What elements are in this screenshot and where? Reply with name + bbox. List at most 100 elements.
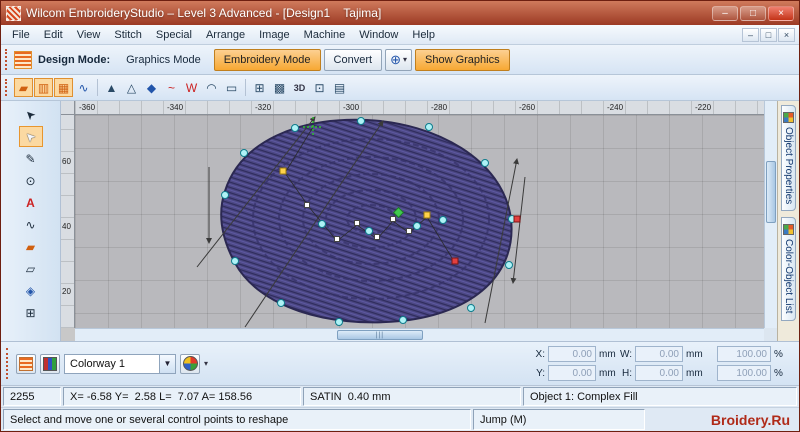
- size-input[interactable]: 0.00: [635, 346, 683, 362]
- scale-input[interactable]: 100.00: [717, 346, 771, 362]
- design-canvas[interactable]: [75, 115, 764, 328]
- menu-bar: File Edit View Stitch Special Arrange Image Mac…: [1, 25, 799, 45]
- color-wheel-button[interactable]: [180, 353, 200, 374]
- travel-mode: Jump (M): [473, 409, 645, 430]
- colorway-bar: Colorway 1 ▼ ▾ X: 0.00 mm W: 0.00 mm 100…: [1, 341, 799, 385]
- tab-object-properties[interactable]: Object Properties: [781, 105, 796, 212]
- vertical-scrollbar-thumb[interactable]: [766, 161, 776, 223]
- menu-item[interactable]: Window: [352, 27, 405, 43]
- outline-tool[interactable]: ▱: [19, 258, 43, 279]
- coord-input[interactable]: 0.00: [548, 365, 596, 381]
- chevron-down-icon[interactable]: ▼: [159, 354, 175, 373]
- chevron-down-icon[interactable]: ▾: [204, 359, 208, 368]
- colorway-icon: [19, 356, 33, 371]
- application-window: Wilcom EmbroideryStudio – Level 3 Advanc…: [0, 0, 800, 432]
- menu-item[interactable]: Help: [405, 27, 442, 43]
- applique-tool[interactable]: ◈: [19, 280, 43, 301]
- horizontal-scrollbar[interactable]: |||: [75, 328, 764, 341]
- panel-icon: [783, 224, 794, 236]
- stitch-toolbar: ▰ ▥ ▦ ∿ ▲ △ ◆ ~ W ◠ ▭ ⊞ ▩ 3D ⊡ ▤: [1, 75, 799, 101]
- minimize-button[interactable]: –: [712, 5, 738, 21]
- menu-item[interactable]: Image: [252, 27, 297, 43]
- thread-colors-button[interactable]: [40, 353, 60, 374]
- curved-fill-icon[interactable]: ◠: [202, 78, 221, 97]
- color-wheel-icon: [182, 356, 198, 371]
- current-stitch-type: SATIN 0.40 mm: [303, 387, 521, 406]
- embroidery-design[interactable]: [187, 115, 531, 328]
- unit-label: mm: [599, 348, 616, 360]
- stitch-count: 2255: [3, 387, 61, 406]
- show-graphics-button[interactable]: Show Graphics: [415, 48, 510, 71]
- close-button[interactable]: ×: [768, 5, 794, 21]
- panel-tab-label: Object Properties: [783, 127, 794, 205]
- 3d-effect-icon[interactable]: 3D: [290, 78, 309, 97]
- zoom-tool[interactable]: ⊙: [19, 170, 43, 191]
- lettering-tool[interactable]: A: [19, 192, 43, 213]
- motif-fill-icon[interactable]: ◆: [142, 78, 161, 97]
- coord-input[interactable]: 0.00: [548, 346, 596, 362]
- menu-item[interactable]: Stitch: [107, 27, 149, 43]
- menu-item[interactable]: Special: [149, 27, 199, 43]
- fill-stitch-icon[interactable]: ▦: [54, 78, 73, 97]
- vertical-scrollbar[interactable]: [764, 101, 777, 328]
- scale-input[interactable]: 100.00: [717, 365, 771, 381]
- tatami-stitch-icon[interactable]: ▥: [34, 78, 53, 97]
- horizontal-scrollbar-thumb[interactable]: |||: [336, 330, 423, 340]
- graphics-mode-button[interactable]: Graphics Mode: [116, 49, 211, 71]
- ruler-label: -220: [695, 103, 712, 112]
- menu-item[interactable]: Edit: [37, 27, 70, 43]
- ruler-label: -280: [431, 103, 448, 112]
- run-tool[interactable]: ∿: [19, 214, 43, 235]
- ruler-label: -260: [519, 103, 536, 112]
- percent-label: %: [774, 367, 783, 379]
- toolbar-separator[interactable]: [97, 79, 98, 96]
- size-label: H:: [622, 367, 632, 379]
- mdi-window-button[interactable]: ×: [778, 27, 795, 42]
- tab-color-object-list[interactable]: Color-Object List: [781, 217, 796, 321]
- outline-view-icon[interactable]: ⊡: [310, 78, 329, 97]
- border-icon[interactable]: ▭: [222, 78, 241, 97]
- digitize-tool[interactable]: ✎: [19, 148, 43, 169]
- mirror-merge-tool[interactable]: ⊞: [19, 302, 43, 323]
- toolbar-grip[interactable]: [5, 49, 9, 70]
- maximize-button[interactable]: □: [740, 5, 766, 21]
- brand-watermark: Broidery.Ru: [710, 411, 790, 428]
- menu-item[interactable]: Arrange: [199, 27, 252, 43]
- size-input[interactable]: 0.00: [635, 365, 683, 381]
- menu-item[interactable]: File: [5, 27, 37, 43]
- grid-icon[interactable]: ⊞: [250, 78, 269, 97]
- prompt-bar: Select and move one or several control p…: [1, 407, 799, 431]
- satin-stitch-icon[interactable]: ▰: [14, 78, 33, 97]
- texture-icon[interactable]: ▩: [270, 78, 289, 97]
- fill-tool[interactable]: ▰: [19, 236, 43, 257]
- app-icon: [6, 5, 21, 21]
- florentine-effect-icon[interactable]: W: [182, 78, 201, 97]
- unit-label: mm: [686, 367, 703, 379]
- menu-item[interactable]: View: [70, 27, 108, 43]
- palette-icon: [43, 356, 57, 371]
- toolbar-grip[interactable]: [5, 78, 9, 97]
- colorway-editor-button[interactable]: [16, 353, 36, 374]
- menu-item[interactable]: Machine: [297, 27, 353, 43]
- colorway-select[interactable]: Colorway 1 ▼: [64, 353, 176, 374]
- mdi-window-button[interactable]: –: [742, 27, 759, 42]
- ruler-label: -360: [79, 103, 96, 112]
- hoop-globe-button[interactable]: ⊕ ▾: [385, 48, 412, 71]
- reshape-tool[interactable]: ➤: [18, 126, 43, 147]
- vertical-ruler: 60 40 20: [61, 115, 75, 328]
- wave-effect-icon[interactable]: ~: [162, 78, 181, 97]
- ruler-label: -300: [343, 103, 360, 112]
- toolbar-separator[interactable]: [245, 79, 246, 96]
- unit-label: mm: [686, 348, 703, 360]
- fusion-fill-icon[interactable]: ▲: [102, 78, 121, 97]
- select-tool[interactable]: ➤: [19, 104, 43, 125]
- embroidery-mode-button[interactable]: Embroidery Mode: [213, 48, 321, 71]
- run-stitch-icon[interactable]: ∿: [74, 78, 93, 97]
- gradient-fill-icon[interactable]: △: [122, 78, 141, 97]
- ruler-label: -340: [167, 103, 184, 112]
- chevron-down-icon: ▾: [402, 55, 407, 64]
- convert-button[interactable]: Convert: [323, 48, 383, 71]
- toolbar-grip[interactable]: [6, 348, 10, 379]
- mdi-window-button[interactable]: □: [760, 27, 777, 42]
- density-view-icon[interactable]: ▤: [330, 78, 349, 97]
